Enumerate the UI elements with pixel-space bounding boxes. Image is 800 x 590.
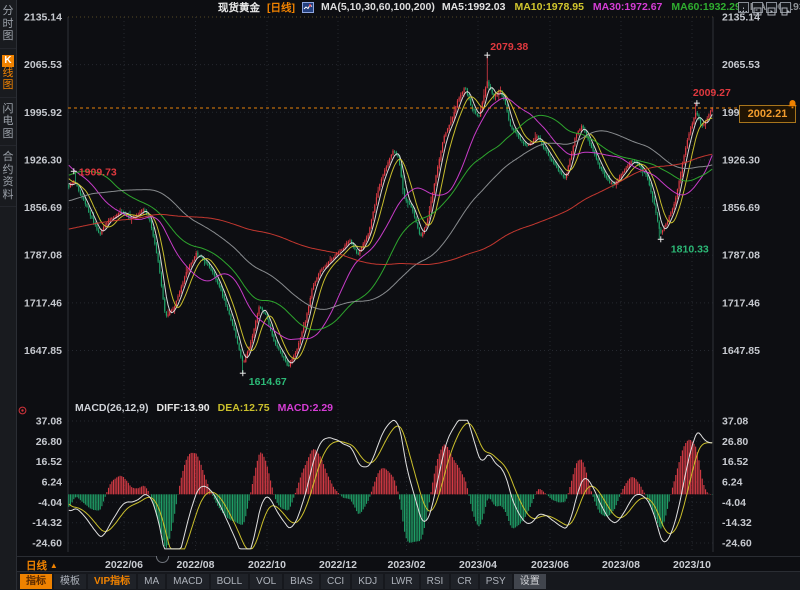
x-axis-label-2022/08: 2022/08 — [177, 559, 215, 571]
prev-view-icon[interactable] — [752, 2, 763, 13]
price-alert-icon[interactable] — [788, 96, 797, 114]
indicator-handle-icon[interactable] — [18, 402, 27, 420]
y-axis-label-left-1647.85: 1647.85 — [24, 345, 62, 357]
macd-axis-label-left--4.04: -4.04 — [38, 497, 62, 509]
ma-value-3: MA30:1972.67 — [593, 1, 662, 13]
ma-value-4: MA60:1932.29 — [671, 1, 740, 13]
price-annotation-1810.33: 1810.33 — [671, 243, 709, 255]
ma-value-2: MA10:1978.95 — [514, 1, 583, 13]
y-axis-label-right-2065.53: 2065.53 — [722, 59, 760, 71]
period-selector-label: 日线 — [26, 560, 47, 572]
chevron-up-icon: ▲ — [50, 561, 58, 570]
toolbar-chip-LWR[interactable]: LWR — [385, 574, 418, 589]
x-axis-label-2023/10: 2023/10 — [673, 559, 711, 571]
macd-axis-label-left-6.24: 6.24 — [42, 477, 63, 489]
y-axis-label-left-2135.14: 2135.14 — [24, 12, 62, 24]
y-axis-label-left-1995.92: 1995.92 — [24, 107, 62, 119]
ma-config-label: MA(5,10,30,60,100,200) — [321, 1, 435, 13]
macd-axis-label-right-16.52: 16.52 — [722, 456, 748, 468]
toolbar-chip-VIP指标[interactable]: VIP指标 — [88, 574, 136, 589]
kline-chart-app: 1909.73 1614.67 2079.38 1810.33 2009.27 2135.… — [0, 0, 800, 590]
macd-macd-value: MACD:2.29 — [278, 402, 333, 414]
x-axis-label-2022/06: 2022/06 — [105, 559, 143, 571]
toolbar-chip-MACD[interactable]: MACD — [167, 574, 208, 589]
chart-tool-icons — [738, 2, 791, 13]
toolbar-chip-MA[interactable]: MA — [138, 574, 165, 589]
crosshair-icon[interactable] — [738, 2, 749, 13]
x-axis-label-2023/04: 2023/04 — [459, 559, 497, 571]
toolbar-chip-设置[interactable]: 设置 — [514, 574, 546, 589]
macd-axis-label-left-16.52: 16.52 — [36, 456, 62, 468]
sidebar-item-2[interactable]: K线图 — [0, 49, 16, 98]
y-axis-label-left-1926.30: 1926.30 — [24, 154, 62, 166]
kline-mini-icon — [302, 2, 314, 13]
macd-dea-value: DEA:12.75 — [218, 402, 270, 414]
macd-axis-label-right-37.08: 37.08 — [722, 416, 748, 428]
period-selector[interactable]: 日线 ▲ — [26, 558, 58, 573]
indicator-toolbar: 指标模板VIP指标MAMACDBOLLVOLBIASCCIKDJLWRRSICR… — [17, 571, 800, 590]
sidebar-item-1[interactable]: 分时图 — [0, 0, 16, 49]
macd-axis-label-right--14.32: -14.32 — [722, 517, 752, 529]
price-annotation-2079.38: 2079.38 — [490, 41, 528, 53]
price-annotation-1614.67: 1614.67 — [249, 376, 287, 388]
macd-axis-label-right--4.04: -4.04 — [722, 497, 746, 509]
toolbar-chip-指标[interactable]: 指标 — [20, 574, 52, 589]
sidebar: 分时图K线图闪电图合约资料 — [0, 0, 17, 590]
next-view-icon[interactable] — [766, 2, 777, 13]
sidebar-item-3[interactable]: 闪电图 — [0, 98, 16, 147]
chart-header: 现货黄金 [日线] MA(5,10,30,60,100,200) MA5:199… — [218, 0, 800, 14]
macd-axis-label-right--24.60: -24.60 — [722, 538, 752, 550]
toolbar-chip-模板[interactable]: 模板 — [54, 574, 86, 589]
x-axis-label-2022/10: 2022/10 — [248, 559, 286, 571]
price-annotation-2009.27: 2009.27 — [693, 87, 731, 99]
toolbar-chip-BIAS[interactable]: BIAS — [284, 574, 319, 589]
macd-axis-label-left-37.08: 37.08 — [36, 416, 62, 428]
instrument-name: 现货黄金 — [218, 0, 260, 15]
y-axis-label-left-1787.08: 1787.08 — [24, 250, 62, 262]
toolbar-chip-CCI[interactable]: CCI — [321, 574, 350, 589]
y-axis-label-right-1717.46: 1717.46 — [722, 297, 760, 309]
y-axis-label-left-1856.69: 1856.69 — [24, 202, 62, 214]
toolbar-chip-CR[interactable]: CR — [451, 574, 477, 589]
period-tag: [日线] — [267, 0, 295, 15]
x-axis-label-2022/12: 2022/12 — [319, 559, 357, 571]
macd-axis-label-left--14.32: -14.32 — [32, 517, 62, 529]
macd-title: MACD(26,12,9) — [75, 402, 149, 414]
sidebar-item-4[interactable]: 合约资料 — [0, 146, 16, 207]
y-axis-label-left-1717.46: 1717.46 — [24, 297, 62, 309]
macd-header: MACD(26,12,9) DIFF:13.90 DEA:12.75 MACD:… — [75, 402, 333, 414]
x-axis-label-2023/08: 2023/08 — [602, 559, 640, 571]
x-axis-label-2023/02: 2023/02 — [388, 559, 426, 571]
x-axis-label-2023/06: 2023/06 — [531, 559, 569, 571]
y-axis-label-left-2065.53: 2065.53 — [24, 59, 62, 71]
y-axis-label-right-1856.69: 1856.69 — [722, 202, 760, 214]
macd-axis-label-right-26.80: 26.80 — [722, 436, 748, 448]
macd-axis-label-left-26.80: 26.80 — [36, 436, 62, 448]
y-axis-label-right-1787.08: 1787.08 — [722, 250, 760, 262]
macd-axis-label-left--24.60: -24.60 — [32, 538, 62, 550]
toolbar-chip-KDJ[interactable]: KDJ — [352, 574, 383, 589]
toolbar-chip-RSI[interactable]: RSI — [421, 574, 450, 589]
toolbar-chip-BOLL[interactable]: BOLL — [211, 574, 249, 589]
price-annotation-1909.73: 1909.73 — [79, 166, 117, 178]
macd-diff-value: DIFF:13.90 — [157, 402, 210, 414]
toolbar-chip-PSY[interactable]: PSY — [480, 574, 512, 589]
y-axis-label-right-1647.85: 1647.85 — [722, 345, 760, 357]
toolbar-chip-VOL[interactable]: VOL — [250, 574, 282, 589]
macd-axis-label-right-6.24: 6.24 — [722, 477, 743, 489]
price-chart-canvas[interactable]: 1909.73 1614.67 2079.38 1810.33 2009.27 2135.… — [0, 0, 800, 590]
expand-view-icon[interactable] — [780, 2, 791, 13]
y-axis-label-right-1926.30: 1926.30 — [722, 154, 760, 166]
ma-value-1: MA5:1992.03 — [442, 1, 506, 13]
